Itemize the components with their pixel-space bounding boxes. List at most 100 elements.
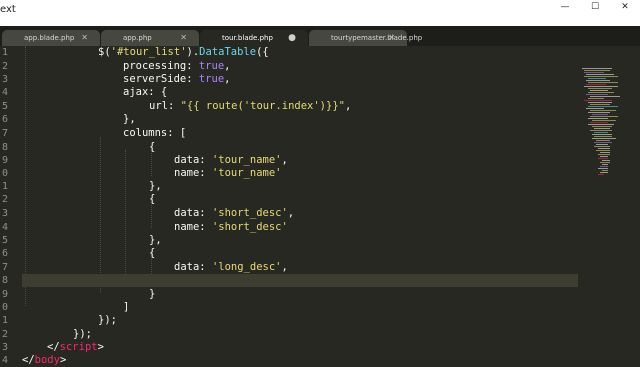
minimap-line (588, 92, 614, 93)
code-line[interactable]: url: "{{ route('tour.index')}}", (149, 100, 351, 113)
minimap-line (588, 106, 618, 107)
code-line[interactable]: } (149, 288, 155, 301)
close-window-button[interactable]: ✕ (610, 0, 640, 14)
line-number: 4 (2, 87, 9, 98)
code-token: </ (47, 341, 60, 353)
line-number: 0 (2, 168, 9, 179)
code-token: , (287, 207, 295, 219)
code-line[interactable]: columns: [ (123, 127, 186, 140)
code-line[interactable]: }, (123, 113, 136, 126)
minimap-line (586, 108, 604, 109)
minimap-line (602, 170, 608, 171)
minimap-line (590, 116, 618, 117)
minimap-line (592, 126, 612, 127)
minimap-line (588, 102, 612, 103)
line-number: 5 (2, 235, 9, 246)
code-line[interactable]: }, (149, 180, 162, 193)
minimap-line (588, 78, 606, 79)
minimap[interactable] (578, 46, 640, 360)
code-token: true (198, 73, 225, 85)
minimap-line (592, 120, 616, 121)
minimap-line (586, 94, 608, 95)
code-line[interactable]: </script> (47, 341, 104, 354)
unsaved-dot-icon[interactable]: ● (288, 30, 296, 46)
code-token: processing: (123, 60, 199, 72)
code-token: url: (149, 100, 181, 112)
code-token: name: (174, 167, 212, 179)
tab-close-icon[interactable]: ✕ (180, 30, 187, 46)
code-line[interactable]: $('#tour_list').DataTable({ (98, 46, 269, 59)
code-line[interactable]: { (149, 141, 155, 154)
line-number: 5 (2, 101, 9, 112)
minimap-line (588, 112, 610, 113)
tab-app-blade[interactable]: app.blade.php ✕ (2, 30, 100, 46)
code-editor[interactable]: $('#tour_list').DataTable({processing: t… (22, 46, 578, 366)
tab-tour-blade[interactable]: tour.blade.php ● (200, 30, 308, 46)
window-title: ext (0, 4, 16, 15)
indent-guide (100, 137, 101, 293)
tab-label: app.php (123, 34, 152, 42)
code-line[interactable]: data: 'short_desc', (174, 207, 294, 220)
line-number-gutter: 1 2 3 4 5 6 7 8 9 0 1 2 3 4 5 6 7 8 9 0 1 2 3 4 (0, 46, 14, 366)
tab-label: app.blade.php (24, 34, 75, 42)
code-line[interactable]: name: 'short_desc' (174, 221, 288, 234)
minimap-line (598, 154, 610, 155)
tab-app-php[interactable]: app.php ✕ (101, 30, 199, 46)
minimap-line (590, 96, 620, 97)
tab-close-icon[interactable]: ✕ (388, 30, 395, 46)
code-line[interactable]: }); (98, 314, 117, 327)
code-line[interactable]: }); (73, 328, 92, 341)
current-line[interactable] (22, 274, 578, 287)
code-line[interactable]: data: 'tour_name', (174, 154, 288, 167)
minimap-line (598, 174, 604, 175)
minimap-line (594, 128, 610, 129)
minimap-line (590, 110, 616, 111)
minimap-line (596, 150, 610, 151)
minimap-line (588, 82, 618, 83)
code-line[interactable]: ] (123, 301, 129, 314)
code-line[interactable]: ajax: { (123, 86, 167, 99)
code-token: }, (149, 234, 162, 246)
line-number: 8 (2, 275, 9, 286)
line-number: 3 (2, 342, 9, 353)
line-number: 0 (2, 302, 9, 313)
minimap-line (590, 122, 608, 123)
code-line[interactable]: </body> (22, 354, 66, 367)
line-number: 7 (2, 262, 9, 273)
tab-close-icon[interactable]: ✕ (81, 30, 88, 46)
line-number: 3 (2, 74, 9, 85)
minimap-line (584, 86, 618, 87)
tab-tourtypemaster-blade[interactable]: tourtypemaster.blade.php ✕ (309, 30, 422, 46)
minimap-line (594, 146, 610, 147)
code-line[interactable]: }, (149, 234, 162, 247)
minimap-line (600, 162, 610, 163)
code-line[interactable]: { (149, 193, 155, 206)
code-token: $( (98, 46, 111, 58)
code-token: 'short_desc' (211, 221, 288, 233)
minimap-line (592, 138, 616, 139)
line-number: 4 (2, 355, 9, 366)
code-token: '#tour_list' (110, 46, 187, 58)
code-line[interactable]: name: 'tour_name' (174, 167, 281, 180)
minimap-line (590, 90, 608, 91)
code-token: columns: [ (123, 127, 187, 139)
code-token: 'long_desc' (211, 261, 282, 273)
minimap-line (598, 158, 608, 159)
code-token: , (344, 100, 352, 112)
minimap-line (602, 164, 608, 165)
code-token: data: (174, 261, 212, 273)
minimap-line (586, 84, 606, 85)
maximize-button[interactable]: ☐ (580, 0, 610, 14)
code-line[interactable]: processing: true, (123, 60, 230, 73)
code-line[interactable]: data: 'long_desc', (174, 261, 288, 274)
code-line[interactable]: serverSide: true, (123, 73, 230, 86)
code-token: , (281, 261, 288, 273)
minimap-line (586, 80, 610, 81)
minimap-line (600, 172, 608, 173)
line-number: 3 (2, 208, 9, 219)
line-number: 6 (2, 114, 9, 125)
code-line[interactable]: { (149, 247, 155, 260)
code-token: ajax: { (123, 86, 168, 98)
minimize-button[interactable]: — (550, 0, 580, 14)
minimap-line (594, 132, 608, 133)
